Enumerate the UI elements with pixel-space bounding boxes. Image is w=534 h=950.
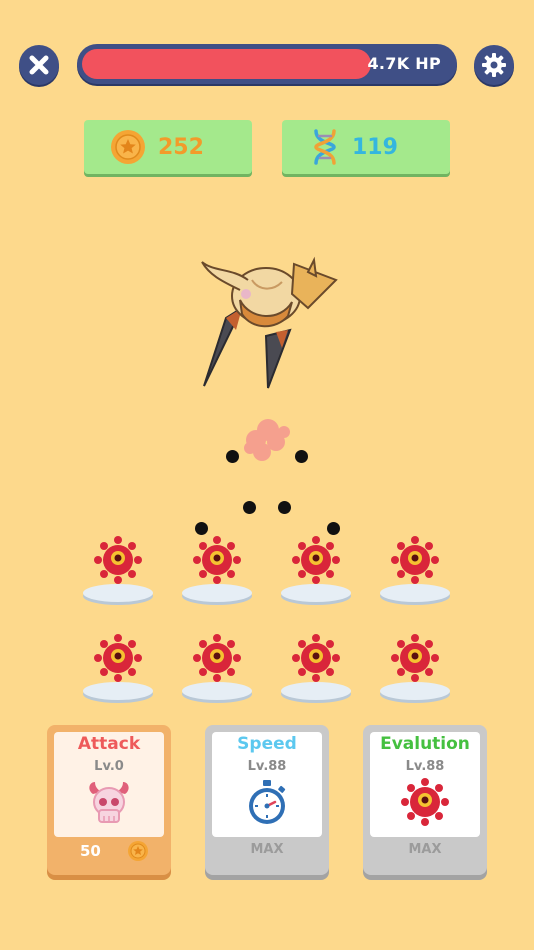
attack-level: Lv.0 xyxy=(94,759,124,774)
coins-panel: 252 xyxy=(84,120,252,174)
close-icon xyxy=(29,55,49,75)
coin-icon xyxy=(128,841,148,861)
red-virus-icon xyxy=(401,778,449,826)
speed-level: Lv.88 xyxy=(247,759,287,774)
close-button[interactable] xyxy=(19,45,59,85)
coin-star-icon xyxy=(111,130,145,164)
armored-beetle-boss xyxy=(201,256,338,389)
red-virus-icon[interactable] xyxy=(193,536,241,588)
speed-title: Speed xyxy=(237,734,297,754)
speed-max-label: MAX xyxy=(250,842,284,857)
evolution-title: Evalution xyxy=(380,734,470,754)
hp-bar-fill xyxy=(82,49,371,79)
red-virus-icon[interactable] xyxy=(391,634,439,686)
attack-cost: 50 xyxy=(80,842,101,860)
boss-enemy[interactable] xyxy=(196,250,340,392)
gear-icon xyxy=(482,53,506,77)
projectile xyxy=(243,501,256,514)
skull-icon xyxy=(89,782,129,823)
dna-panel: 119 xyxy=(282,120,450,174)
evolution-max-label: MAX xyxy=(408,842,442,857)
projectile xyxy=(295,450,308,463)
projectile xyxy=(195,522,208,535)
hp-bar: 4.7K HP xyxy=(77,44,457,84)
projectile xyxy=(278,501,291,514)
stopwatch-icon xyxy=(249,780,286,824)
projectile xyxy=(226,450,239,463)
red-virus-icon[interactable] xyxy=(292,634,340,686)
coins-value: 252 xyxy=(158,134,204,160)
red-virus-icon[interactable] xyxy=(94,536,142,588)
red-virus-icon[interactable] xyxy=(292,536,340,588)
dna-value: 119 xyxy=(352,134,398,160)
speed-upgrade-card[interactable]: Speed Lv.88 MAX xyxy=(205,725,329,875)
red-virus-icon[interactable] xyxy=(193,634,241,686)
evolution-upgrade-card[interactable]: Evalution Lv.88 MAX xyxy=(363,725,487,875)
projectile xyxy=(327,522,340,535)
hp-text: 4.7K HP xyxy=(367,54,441,73)
red-virus-icon[interactable] xyxy=(94,634,142,686)
attack-title: Attack xyxy=(77,734,141,754)
damage-puff xyxy=(244,419,290,461)
settings-button[interactable] xyxy=(474,45,514,85)
evolution-level: Lv.88 xyxy=(405,759,445,774)
attack-upgrade-card[interactable]: Attack Lv.0 50 xyxy=(47,725,171,875)
red-virus-icon[interactable] xyxy=(391,536,439,588)
dna-icon xyxy=(314,129,336,165)
